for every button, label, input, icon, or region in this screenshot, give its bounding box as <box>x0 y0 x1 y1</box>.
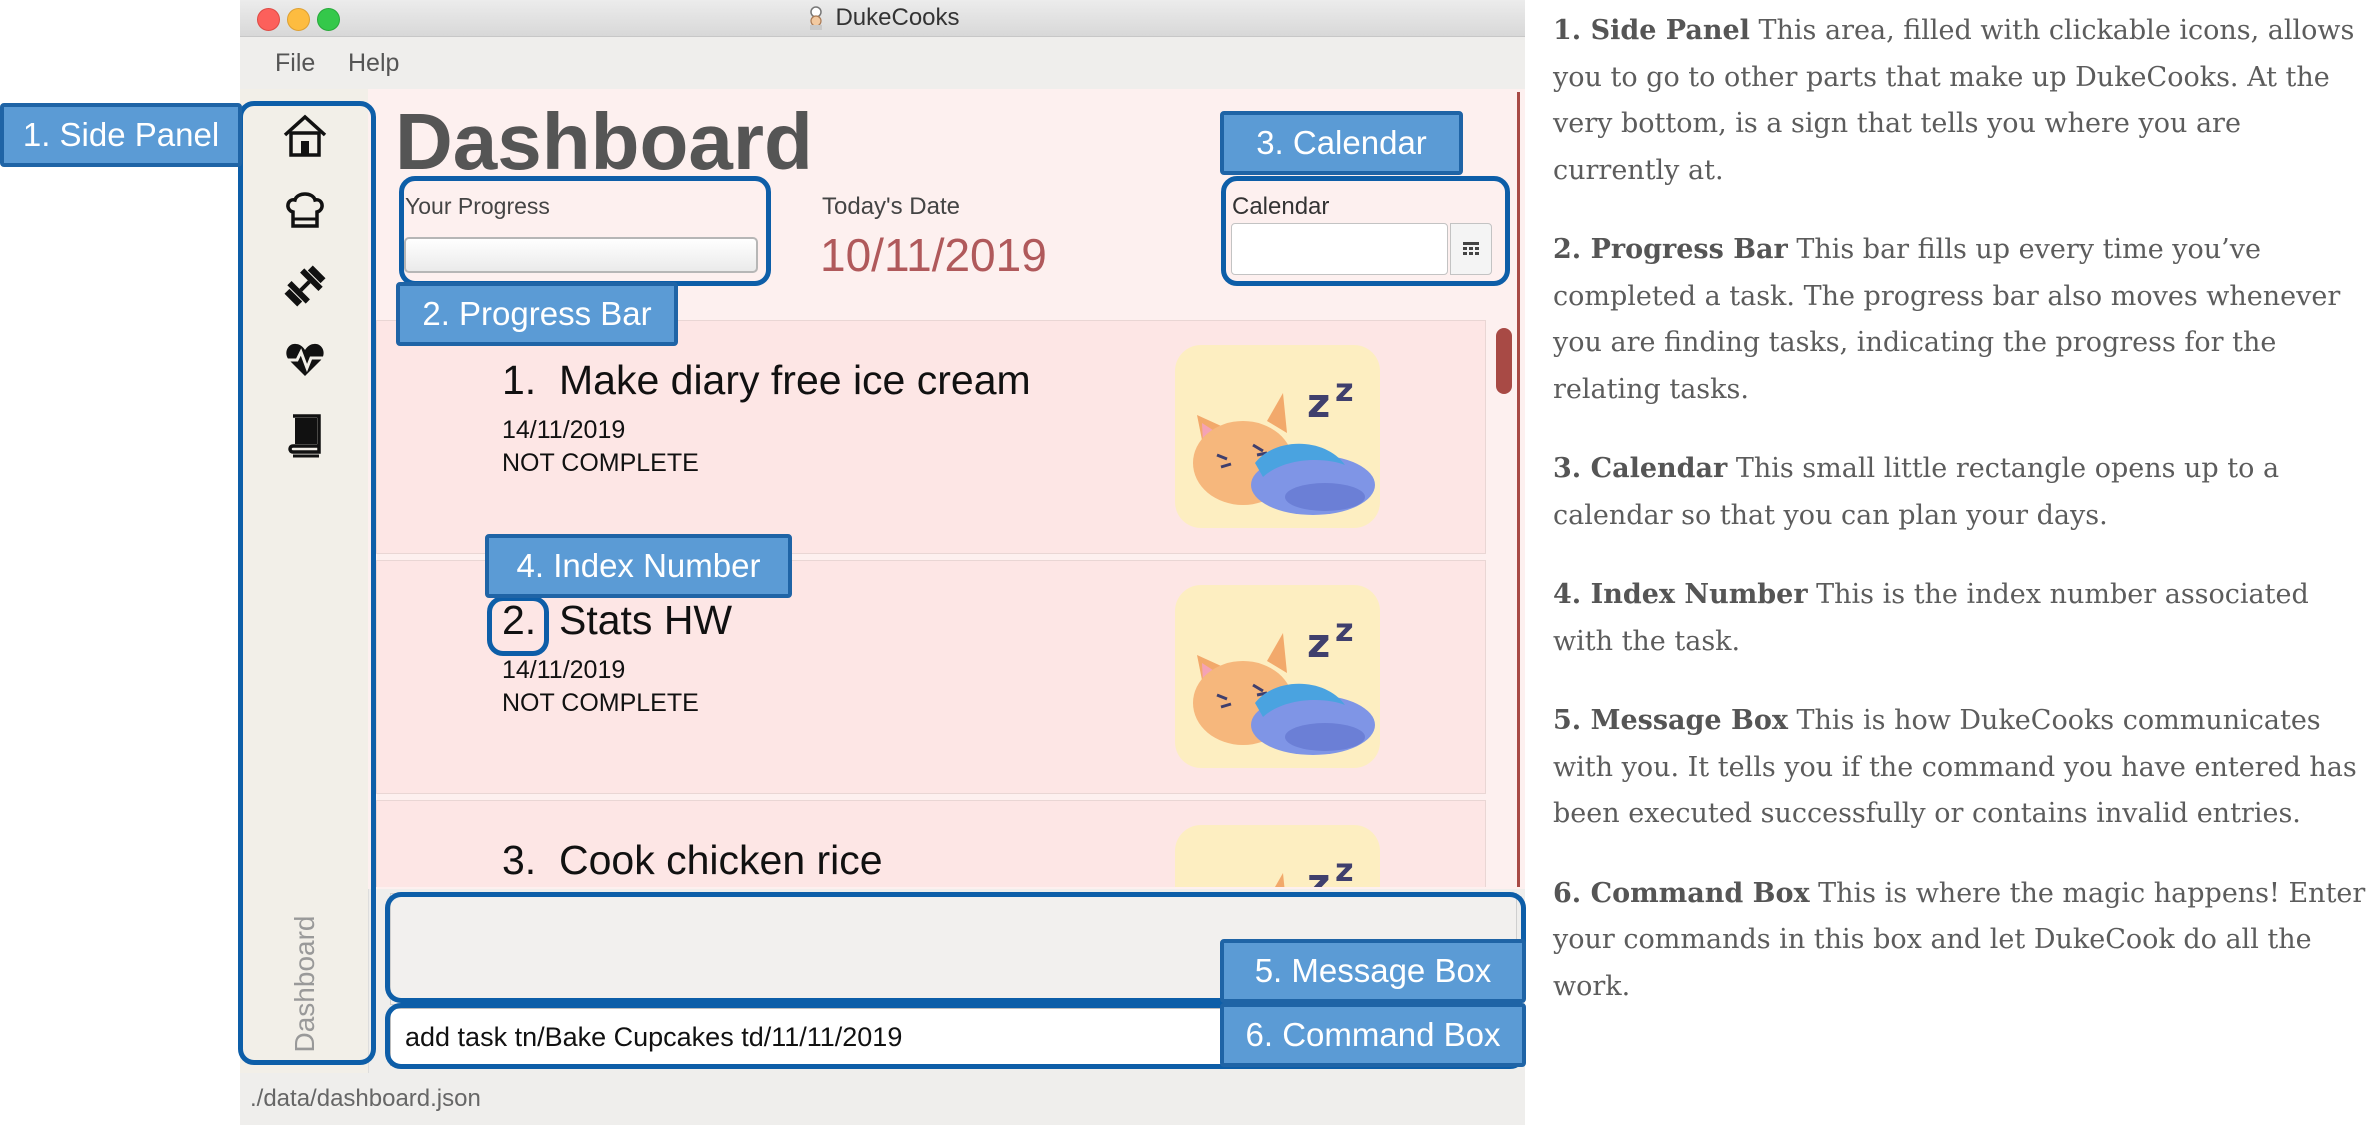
task-card[interactable]: 1. Make diary free ice cream 14/11/2019 … <box>376 320 1486 554</box>
menu-bar: File Help <box>240 37 1525 89</box>
help-item-progress-bar: 2. Progress Bar This bar fills up every … <box>1553 227 2368 413</box>
task-date: 14/11/2019 <box>502 416 626 444</box>
task-name: Stats HW <box>559 597 733 643</box>
svg-text:z: z <box>1307 381 1330 427</box>
scrollbar-thumb[interactable] <box>1496 328 1512 394</box>
window-title: DukeCooks <box>240 0 1525 36</box>
help-text: 1. Side Panel This area, filled with cli… <box>1553 8 2368 1043</box>
callout-index-number: 4. Index Number <box>485 534 792 598</box>
todays-date-value: 10/11/2019 <box>820 229 1047 281</box>
callout-message-box: 5. Message Box <box>1220 939 1526 1003</box>
message-box-highlight <box>385 892 528 1003</box>
task-name: Make diary free ice cream <box>559 357 1031 403</box>
task-status: NOT COMPLETE <box>502 689 699 717</box>
task-name: Cook chicken rice <box>559 837 883 883</box>
sleeping-cat-image: z z <box>1175 825 1380 887</box>
progress-bar-highlight <box>399 176 771 286</box>
todays-date-label: Today's Date <box>822 193 960 220</box>
callout-side-panel: 1. Side Panel <box>0 103 242 167</box>
callout-command-box: 6. Command Box <box>1220 1003 1526 1067</box>
task-index: 3. <box>502 837 537 883</box>
svg-text:z: z <box>1335 851 1354 887</box>
help-item-calendar: 3. Calendar This small little rectangle … <box>1553 446 2368 539</box>
callout-calendar: 3. Calendar <box>1220 111 1463 175</box>
help-title: 5. Message Box <box>1553 705 1788 736</box>
sleeping-cat-image: z z <box>1175 585 1380 768</box>
task-card[interactable]: 3. Cook chicken rice z z <box>376 800 1486 887</box>
content-divider <box>1517 92 1520 887</box>
status-bar: ./data/dashboard.json <box>240 1073 1525 1125</box>
side-panel-highlight <box>238 101 376 1065</box>
calendar-highlight <box>1221 176 1510 286</box>
help-title: 6. Command Box <box>1553 877 1810 909</box>
index-number-highlight <box>487 596 549 656</box>
chef-app-icon <box>810 6 823 30</box>
help-item-index-number: 4. Index Number This is the index number… <box>1553 572 2368 665</box>
status-file-path: ./data/dashboard.json <box>250 1085 481 1112</box>
task-title: 1. Make diary free ice cream <box>502 357 1031 404</box>
task-title: 3. Cook chicken rice <box>502 837 883 884</box>
callout-progress-bar: 2. Progress Bar <box>396 282 678 346</box>
svg-text:z: z <box>1335 611 1354 649</box>
help-item-command-box: 6. Command Box This is where the magic h… <box>1553 871 2368 1011</box>
task-list-scrollbar[interactable] <box>1496 320 1512 887</box>
svg-text:z: z <box>1307 621 1330 667</box>
window-title-text: DukeCooks <box>835 4 960 31</box>
svg-text:z: z <box>1335 371 1354 409</box>
help-title: 4. Index Number <box>1553 579 1808 610</box>
task-index: 1. <box>502 357 537 403</box>
page-title: Dashboard <box>395 97 813 186</box>
help-title: 3. Calendar <box>1553 453 1728 484</box>
svg-text:z: z <box>1307 861 1330 887</box>
menu-help[interactable]: Help <box>348 49 399 78</box>
task-date: 14/11/2019 <box>502 656 626 684</box>
menu-file[interactable]: File <box>275 49 315 78</box>
help-title: 2. Progress Bar <box>1553 234 1788 265</box>
help-item-side-panel: 1. Side Panel This area, filled with cli… <box>1553 8 2368 194</box>
task-status: NOT COMPLETE <box>502 449 699 477</box>
help-item-message-box: 5. Message Box This is how DukeCooks com… <box>1553 698 2368 838</box>
help-title: 1. Side Panel <box>1553 15 1750 46</box>
sleeping-cat-image: z z <box>1175 345 1380 528</box>
